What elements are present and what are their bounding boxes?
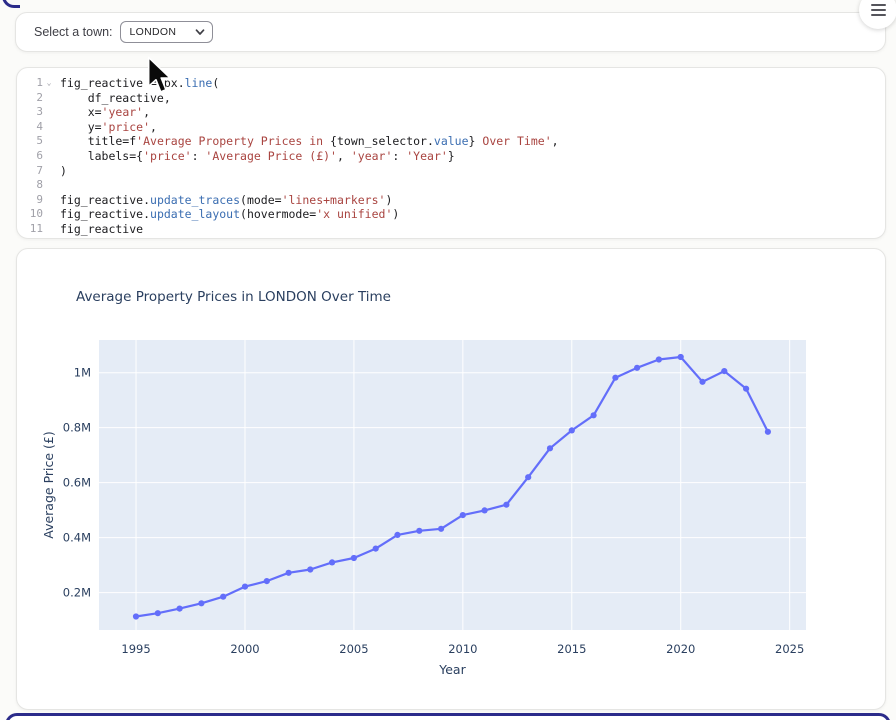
line-number: 4 [17, 120, 43, 135]
data-point-marker [155, 610, 161, 616]
code-line[interactable]: 10 fig_reactive.update_layout(hovermode='… [17, 207, 885, 222]
data-point-marker [699, 379, 705, 385]
code-line[interactable]: 4 y='price', [17, 120, 885, 135]
mouse-cursor-icon [147, 56, 174, 95]
data-point-marker [678, 354, 684, 360]
notebook-page: { "colors": { "focus_accent": "#2b2b8a",… [0, 0, 896, 720]
fold-spacer [43, 120, 55, 135]
fold-chevron-icon[interactable]: ⌄ [43, 76, 55, 91]
data-point-marker [264, 578, 270, 584]
x-tick-label: 2000 [230, 642, 259, 656]
data-point-marker [656, 356, 662, 362]
data-point-marker [307, 566, 313, 572]
data-point-marker [765, 429, 771, 435]
data-point-marker [721, 368, 727, 374]
x-tick-label: 2005 [339, 642, 368, 656]
code-text: ) [55, 164, 67, 179]
fold-spacer [43, 207, 55, 222]
x-axis-title: Year [438, 662, 466, 677]
x-tick-label: 1995 [121, 642, 150, 656]
line-number: 8 [17, 178, 43, 193]
line-number: 6 [17, 149, 43, 164]
code-line[interactable]: 6 labels={'price': 'Average Price (£)', … [17, 149, 885, 164]
code-line[interactable]: 9 fig_reactive.update_traces(mode='lines+… [17, 193, 885, 208]
chart-output-cell: Average Property Prices in LONDON Over T… [16, 248, 886, 710]
line-number: 5 [17, 134, 43, 149]
data-point-marker [220, 594, 226, 600]
hamburger-icon [871, 4, 886, 16]
town-select-value: LONDON [130, 26, 177, 38]
code-line[interactable]: 11 fig_reactive [17, 222, 885, 237]
code-text: labels={'price': 'Average Price (£)', 'y… [55, 149, 455, 164]
line-number: 9 [17, 193, 43, 208]
data-point-marker [460, 512, 466, 518]
y-tick-label: 0.2M [63, 586, 91, 600]
code-text: fig_reactive.update_traces(mode='lines+m… [55, 193, 392, 208]
x-tick-label: 2025 [775, 642, 804, 656]
line-number: 7 [17, 164, 43, 179]
y-tick-label: 1M [74, 366, 91, 380]
code-line[interactable]: 3 x='year', [17, 105, 885, 120]
y-axis-title: Average Price (£) [41, 431, 56, 538]
town-selector-cell: Select a town: LONDON [15, 12, 886, 52]
data-point-marker [329, 559, 335, 565]
code-line[interactable]: 7) [17, 164, 885, 179]
data-point-marker [743, 386, 749, 392]
data-point-marker [482, 507, 488, 513]
data-point-marker [525, 474, 531, 480]
line-number: 1 [17, 76, 43, 91]
code-text [55, 178, 67, 193]
price-line-chart[interactable]: Average Property Prices in LONDON Over T… [17, 249, 885, 709]
code-text: fig_reactive [55, 222, 143, 237]
code-text: fig_reactive = px.line( [55, 76, 219, 91]
data-point-marker [242, 584, 248, 590]
y-tick-label: 0.6M [63, 476, 91, 490]
data-point-marker [394, 532, 400, 538]
next-cell-focus-border [5, 713, 891, 720]
data-point-marker [547, 445, 553, 451]
code-text: title=f'Average Property Prices in {town… [55, 134, 559, 149]
fold-spacer [43, 91, 55, 106]
code-text: fig_reactive.update_layout(hovermode='x … [55, 207, 399, 222]
y-tick-label: 0.4M [63, 531, 91, 545]
fold-spacer [43, 164, 55, 179]
y-tick-label: 0.8M [63, 421, 91, 435]
fold-spacer [43, 193, 55, 208]
x-tick-label: 2020 [666, 642, 695, 656]
fold-spacer [43, 149, 55, 164]
data-point-marker [438, 526, 444, 532]
fold-spacer [43, 178, 55, 193]
x-tick-label: 2010 [448, 642, 477, 656]
line-number: 11 [17, 222, 43, 237]
code-line[interactable]: 5 title=f'Average Property Prices in {to… [17, 134, 885, 149]
chevron-down-icon [195, 29, 205, 36]
line-number: 3 [17, 105, 43, 120]
data-point-marker [634, 365, 640, 371]
code-text: y='price', [55, 120, 157, 135]
data-point-marker [351, 555, 357, 561]
line-number: 10 [17, 207, 43, 222]
town-selector-label: Select a town: [34, 25, 113, 39]
previous-cell-focus-border [2, 0, 20, 8]
data-point-marker [612, 375, 618, 381]
data-point-marker [286, 570, 292, 576]
fold-spacer [43, 134, 55, 149]
data-point-marker [198, 600, 204, 606]
data-point-marker [416, 528, 422, 534]
fold-spacer [43, 222, 55, 237]
data-point-marker [569, 427, 575, 433]
fold-spacer [43, 105, 55, 120]
data-point-marker [133, 613, 139, 619]
town-select-dropdown[interactable]: LONDON [120, 21, 213, 43]
data-point-marker [503, 502, 509, 508]
chart-title: Average Property Prices in LONDON Over T… [76, 289, 391, 305]
code-text: x='year', [55, 105, 150, 120]
line-number: 2 [17, 91, 43, 106]
data-point-marker [591, 412, 597, 418]
x-tick-label: 2015 [557, 642, 586, 656]
data-point-marker [373, 546, 379, 552]
code-line[interactable]: 8 [17, 178, 885, 193]
data-point-marker [177, 606, 183, 612]
